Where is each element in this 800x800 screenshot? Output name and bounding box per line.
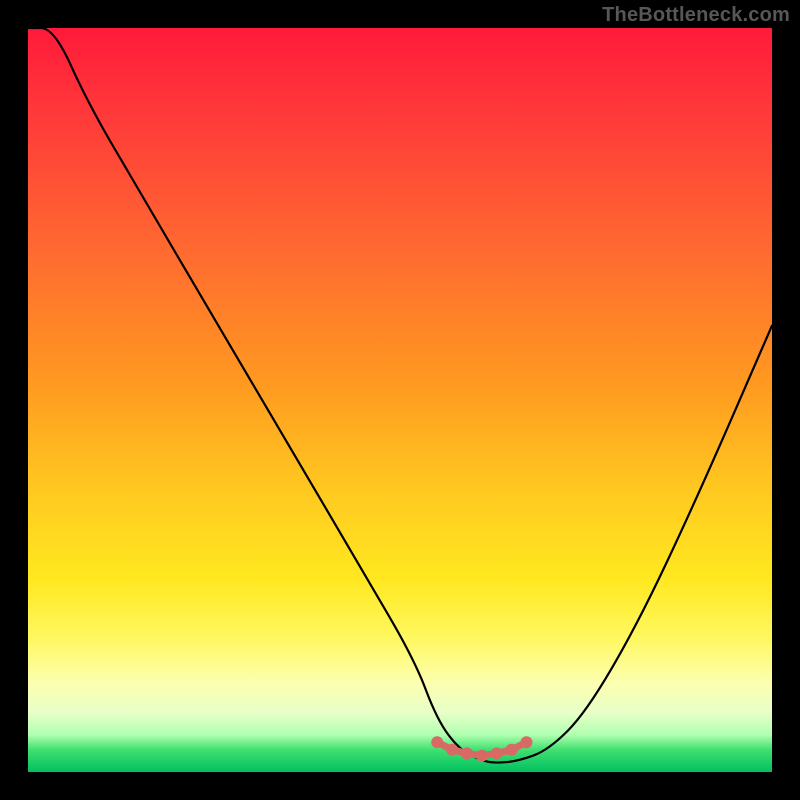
chart-frame: TheBottleneck.com (0, 0, 800, 800)
marker-dot (431, 736, 443, 748)
bottleneck-curve (28, 28, 772, 763)
marker-dot (461, 747, 473, 759)
marker-dot (476, 750, 488, 762)
bottom-markers (431, 736, 532, 761)
marker-dot (491, 747, 503, 759)
marker-dot (446, 744, 458, 756)
plot-area (28, 28, 772, 772)
marker-dot (506, 744, 518, 756)
marker-dot (521, 736, 533, 748)
curve-layer (28, 28, 772, 772)
watermark-text: TheBottleneck.com (602, 4, 790, 27)
